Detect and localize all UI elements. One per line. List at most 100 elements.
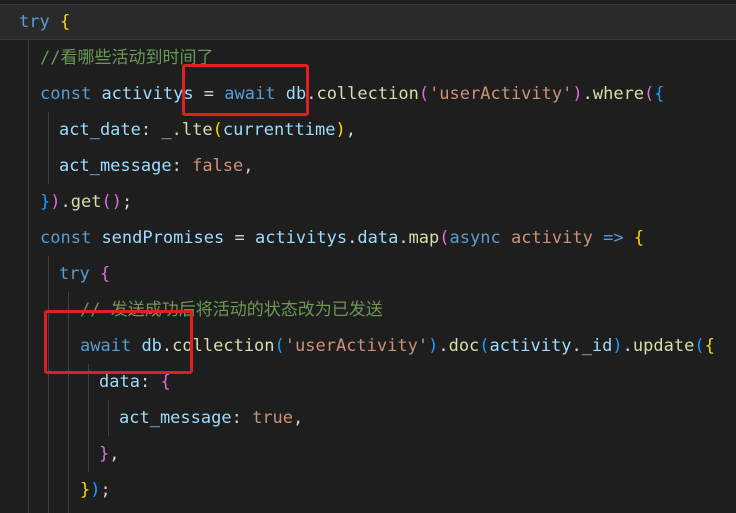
code-token: currenttime: [222, 120, 336, 140]
code-token: act_date: [59, 120, 141, 140]
code-token: db: [141, 336, 162, 356]
code-line-text: try {: [59, 256, 110, 292]
code-line-text: act_date: _.lte(currenttime),: [59, 112, 356, 148]
code-token: activitys: [101, 84, 194, 104]
code-token: // 发送成功后将活动的状态改为已发送: [80, 300, 383, 320]
indent-guide: [88, 364, 89, 472]
code-token: ;: [121, 192, 133, 212]
code-token: (): [101, 192, 122, 212]
code-token: {: [160, 372, 171, 392]
indent-guide: [48, 256, 49, 513]
code-line[interactable]: });: [0, 472, 736, 508]
code-token: map: [408, 228, 440, 248]
code-token: where: [592, 84, 645, 104]
code-token: .: [347, 228, 358, 248]
code-token: (: [644, 84, 655, 104]
code-line[interactable]: const sendPromises = activitys.data.map(…: [0, 220, 736, 256]
indent-guide: [68, 292, 69, 513]
code-token: (: [274, 336, 285, 356]
code-line[interactable]: // 发送成功后将活动的状态改为已发送: [0, 292, 736, 328]
code-token: ): [50, 192, 61, 212]
code-line-text: const activitys = await db.collection('u…: [40, 76, 665, 112]
code-token: get: [70, 192, 102, 212]
code-token: {: [654, 84, 665, 104]
code-line[interactable]: data: {: [0, 364, 736, 400]
code-token: act_message: [119, 408, 232, 428]
code-line-text: // 发送成功后将活动的状态改为已发送: [80, 292, 383, 328]
code-token: :: [140, 120, 162, 140]
code-line[interactable]: },: [0, 436, 736, 472]
code-token: ): [335, 120, 346, 140]
code-line-text: data: {: [99, 364, 171, 400]
code-token: update: [632, 336, 695, 356]
code-token: }: [99, 444, 110, 464]
code-token: ,: [293, 408, 304, 428]
code-token: try: [19, 12, 50, 32]
code-editor[interactable]: try { //看哪些活动到时间了 const activitys = await …: [0, 0, 736, 513]
code-line[interactable]: act_message: true,: [0, 400, 736, 436]
code-token: activity: [510, 228, 593, 248]
code-token: ,: [345, 120, 356, 140]
code-line-text: act_message: true,: [119, 400, 303, 436]
code-line-text: act_message: false,: [59, 148, 254, 184]
code-token: data: [357, 228, 399, 248]
code-token: }: [80, 480, 91, 500]
code-token: ,: [243, 156, 254, 176]
code-token: async: [449, 228, 501, 248]
code-token: .: [622, 336, 633, 356]
code-token: ): [612, 336, 623, 356]
code-token: (: [479, 336, 490, 356]
code-token: //看哪些活动到时间了: [40, 48, 214, 68]
code-token: =: [224, 228, 255, 248]
code-token: ): [90, 480, 101, 500]
code-line[interactable]: try {: [0, 4, 736, 40]
code-token: const: [40, 228, 92, 248]
code-line-text: });: [80, 472, 111, 508]
code-line[interactable]: await db.collection('userActivity').doc(…: [0, 328, 736, 364]
code-token: .: [306, 84, 317, 104]
code-line[interactable]: try {: [0, 256, 736, 292]
code-token: {: [633, 228, 645, 248]
indent-guide: [28, 40, 29, 513]
code-token: lte: [181, 120, 213, 140]
code-token: const: [40, 84, 92, 104]
code-token: :: [231, 408, 253, 428]
code-token: {: [59, 12, 71, 32]
code-token: act_message: [59, 156, 172, 176]
code-token: activitys: [254, 228, 348, 248]
code-token: ;: [100, 480, 111, 500]
code-token: .: [438, 336, 449, 356]
code-token: ,: [109, 444, 120, 464]
code-line-text: try {: [19, 4, 70, 40]
code-token: (: [439, 228, 450, 248]
code-line[interactable]: act_date: _.lte(currenttime),: [0, 112, 736, 148]
code-token: await: [224, 84, 276, 104]
code-token: true: [252, 408, 294, 428]
code-line[interactable]: const activitys = await db.collection('u…: [0, 76, 736, 112]
code-token: .: [161, 336, 173, 356]
code-token: 'userActivity': [284, 336, 429, 356]
code-line[interactable]: act_message: false,: [0, 148, 736, 184]
indent-guide: [108, 400, 109, 436]
code-token: ): [572, 84, 583, 104]
code-token: }: [40, 192, 51, 212]
code-token: .: [582, 84, 593, 104]
code-token: try: [59, 264, 90, 284]
code-token: _: [161, 120, 172, 140]
code-token: collection: [172, 336, 275, 356]
code-token: doc: [448, 336, 480, 356]
code-token: .: [571, 336, 582, 356]
code-token: await: [80, 336, 132, 356]
code-line[interactable]: }).get();: [0, 184, 736, 220]
code-token: =: [193, 84, 225, 104]
code-line[interactable]: //看哪些活动到时间了: [0, 40, 736, 76]
code-token: false: [192, 156, 244, 176]
